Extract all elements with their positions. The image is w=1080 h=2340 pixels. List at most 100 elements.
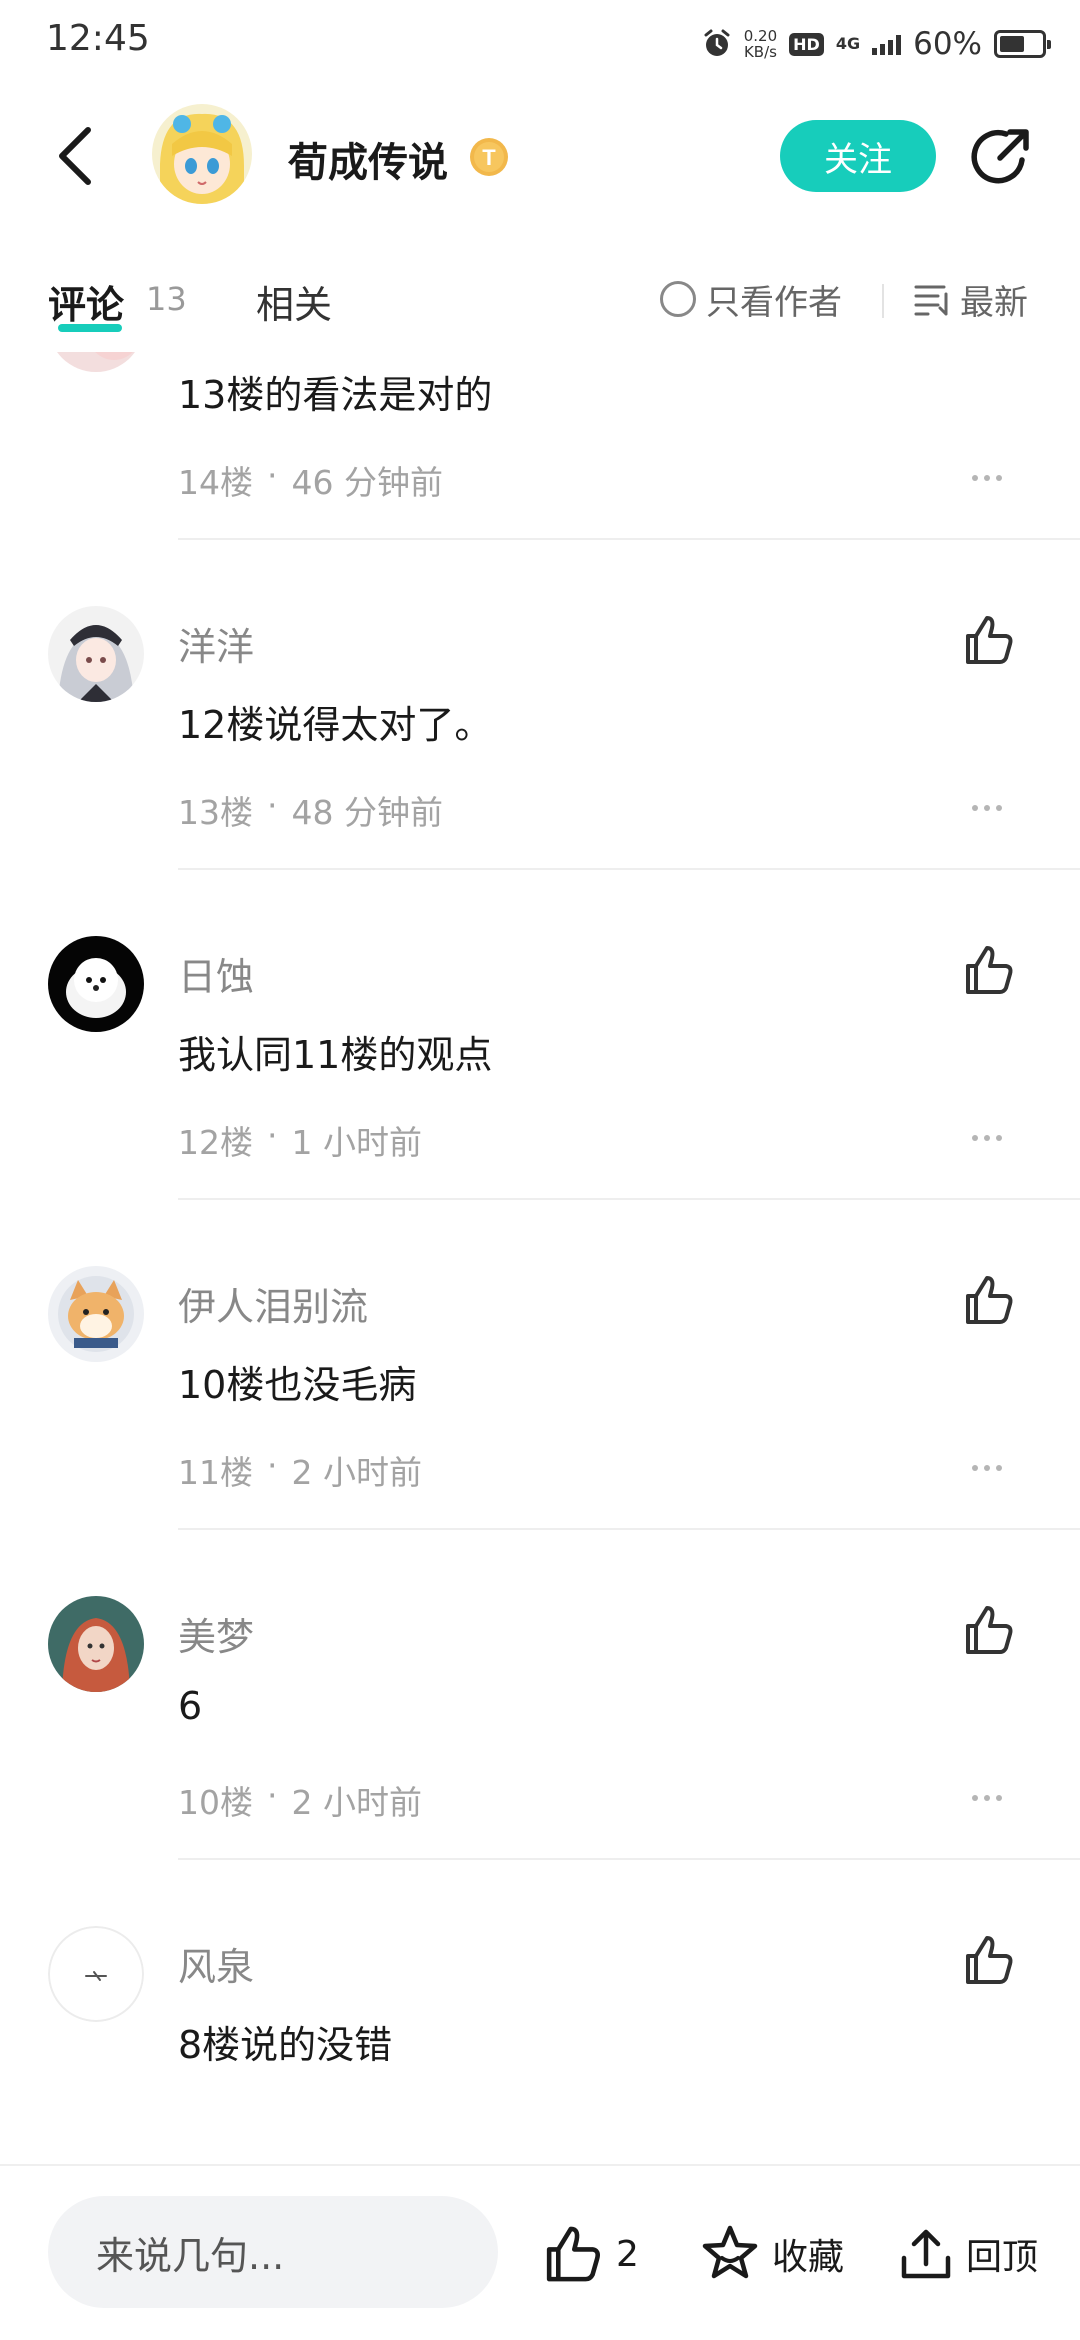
comment-item: 伊人泪别流 10楼也没毛病 11楼 · 2 小时前 (0, 1236, 1080, 1566)
commenter-name[interactable]: 伊人泪别流 (178, 1276, 368, 1331)
commenter-name[interactable]: 美梦 (178, 1606, 254, 1661)
comment-item: 美梦 6 10楼 · 2 小时前 (0, 1566, 1080, 1896)
comment-item: 小笙 13楼的看法是对的 14楼 · 46 分钟前 (0, 352, 1080, 576)
more-options-icon[interactable] (972, 1458, 1012, 1478)
sort-icon (914, 285, 948, 316)
comment-time: 2 小时前 (291, 1453, 423, 1492)
comments-count: 13 (146, 280, 187, 318)
comment-meta: 14楼 · 46 分钟前 (178, 456, 443, 504)
author-name[interactable]: 荀成传说 (288, 130, 448, 188)
like-icon[interactable] (960, 942, 1016, 998)
comment-meta: 13楼 · 48 分钟前 (178, 786, 443, 834)
commenter-name[interactable]: 日蚀 (178, 946, 254, 1001)
status-bar: 12:45 0.20 KB/s HD 4G 60% (0, 0, 1080, 86)
commenter-avatar[interactable] (48, 606, 144, 702)
comment-text: 10楼也没毛病 (178, 1363, 417, 1407)
comment-time: 48 分钟前 (291, 793, 443, 832)
collect-button[interactable]: 收藏 (698, 2214, 844, 2294)
status-time: 12:45 (46, 18, 150, 59)
comment-floor: 12楼 (178, 1123, 253, 1162)
network-speed-unit: KB/s (743, 43, 777, 61)
radio-circle-icon (660, 281, 696, 317)
comment-item: 洋洋 12楼说得太对了。 13楼 · 48 分钟前 (0, 576, 1080, 906)
network-speed-value: 0.20 (743, 27, 778, 45)
comment-time: 2 小时前 (291, 1783, 423, 1822)
divider (178, 1858, 1080, 1860)
commenter-avatar[interactable] (48, 352, 144, 372)
like-count: 2 (616, 2233, 639, 2275)
comment-text: 6 (178, 1684, 203, 1728)
tab-comments[interactable]: 评论 (48, 274, 124, 329)
comment-item: 日蚀 我认同11楼的观点 12楼 · 1 小时前 (0, 906, 1080, 1236)
meta-separator: · (267, 1446, 278, 1485)
comment-meta: 12楼 · 1 小时前 (178, 1116, 422, 1164)
network-speed: 0.20 KB/s (744, 28, 777, 60)
meta-separator: · (267, 1776, 278, 1815)
follow-button[interactable]: 关注 (780, 120, 936, 192)
author-avatar[interactable] (152, 104, 252, 204)
comment-list[interactable]: 小笙 13楼的看法是对的 14楼 · 46 分钟前 (0, 352, 1080, 2164)
comment-tabs: 评论 13 相关 只看作者 最新 (0, 262, 1080, 342)
divider (882, 284, 884, 318)
battery-percent: 60% (913, 26, 982, 62)
battery-fill (1000, 36, 1024, 52)
comment-item: 风泉 8楼说的没错 (0, 1896, 1080, 2164)
comment-input[interactable]: 来说几句... (48, 2196, 498, 2308)
hd-icon: HD (789, 32, 824, 56)
upload-arrow-icon (901, 2229, 951, 2279)
like-post-button[interactable]: 2 (540, 2214, 639, 2294)
meta-separator: · (267, 1116, 278, 1155)
network-type: 4G (835, 34, 861, 53)
like-icon (546, 2226, 600, 2282)
more-options-icon[interactable] (972, 1788, 1012, 1808)
battery-icon (994, 30, 1051, 58)
signal-icon (872, 33, 902, 55)
author-only-label: 只看作者 (706, 282, 842, 323)
author-only-toggle[interactable]: 只看作者 (660, 274, 842, 324)
author-level-badge-icon: T (470, 138, 508, 176)
like-icon[interactable] (960, 1272, 1016, 1328)
comment-text: 12楼说得太对了。 (178, 703, 493, 747)
star-icon (702, 2225, 758, 2279)
comment-text: 我认同11楼的观点 (178, 1033, 493, 1077)
divider (178, 1528, 1080, 1530)
top-label: 回顶 (966, 2237, 1039, 2278)
bottom-bar: 来说几句... 2 收藏 回顶 (0, 2164, 1080, 2340)
comment-floor: 14楼 (178, 463, 253, 502)
commenter-avatar[interactable] (48, 1266, 144, 1362)
divider (178, 868, 1080, 870)
commenter-avatar[interactable] (48, 936, 144, 1032)
tab-related[interactable]: 相关 (256, 274, 332, 329)
status-icons: 0.20 KB/s HD 4G 60% (702, 22, 1051, 66)
like-icon[interactable] (960, 1932, 1016, 1988)
commenter-name[interactable]: 洋洋 (178, 616, 254, 671)
sort-toggle[interactable]: 最新 (914, 274, 1028, 324)
share-icon[interactable] (968, 124, 1034, 190)
comment-meta: 11楼 · 2 小时前 (178, 1446, 422, 1494)
back-to-top-button[interactable]: 回顶 (896, 2214, 1038, 2294)
comment-text: 8楼说的没错 (178, 2023, 393, 2067)
collect-label: 收藏 (772, 2237, 845, 2278)
alarm-icon (704, 29, 730, 56)
commenter-avatar[interactable] (48, 1596, 144, 1692)
divider (178, 1198, 1080, 1200)
more-options-icon[interactable] (972, 798, 1012, 818)
more-options-icon[interactable] (972, 1128, 1012, 1148)
comment-floor: 10楼 (178, 1783, 253, 1822)
commenter-name[interactable]: 风泉 (178, 1936, 254, 1991)
comment-time: 46 分钟前 (291, 463, 443, 502)
back-icon[interactable] (48, 122, 108, 190)
comment-floor: 13楼 (178, 793, 253, 832)
like-icon[interactable] (960, 1602, 1016, 1658)
commenter-avatar[interactable] (48, 1926, 144, 2022)
comment-meta: 10楼 · 2 小时前 (178, 1776, 422, 1824)
sort-label: 最新 (960, 282, 1028, 323)
tab-active-indicator (58, 324, 122, 332)
author-badge-letter: T (482, 145, 496, 170)
meta-separator: · (267, 456, 278, 495)
comment-text: 13楼的看法是对的 (178, 373, 493, 417)
comment-time: 1 小时前 (291, 1123, 423, 1162)
comment-floor: 11楼 (178, 1453, 253, 1492)
more-options-icon[interactable] (972, 468, 1012, 488)
like-icon[interactable] (960, 612, 1016, 668)
